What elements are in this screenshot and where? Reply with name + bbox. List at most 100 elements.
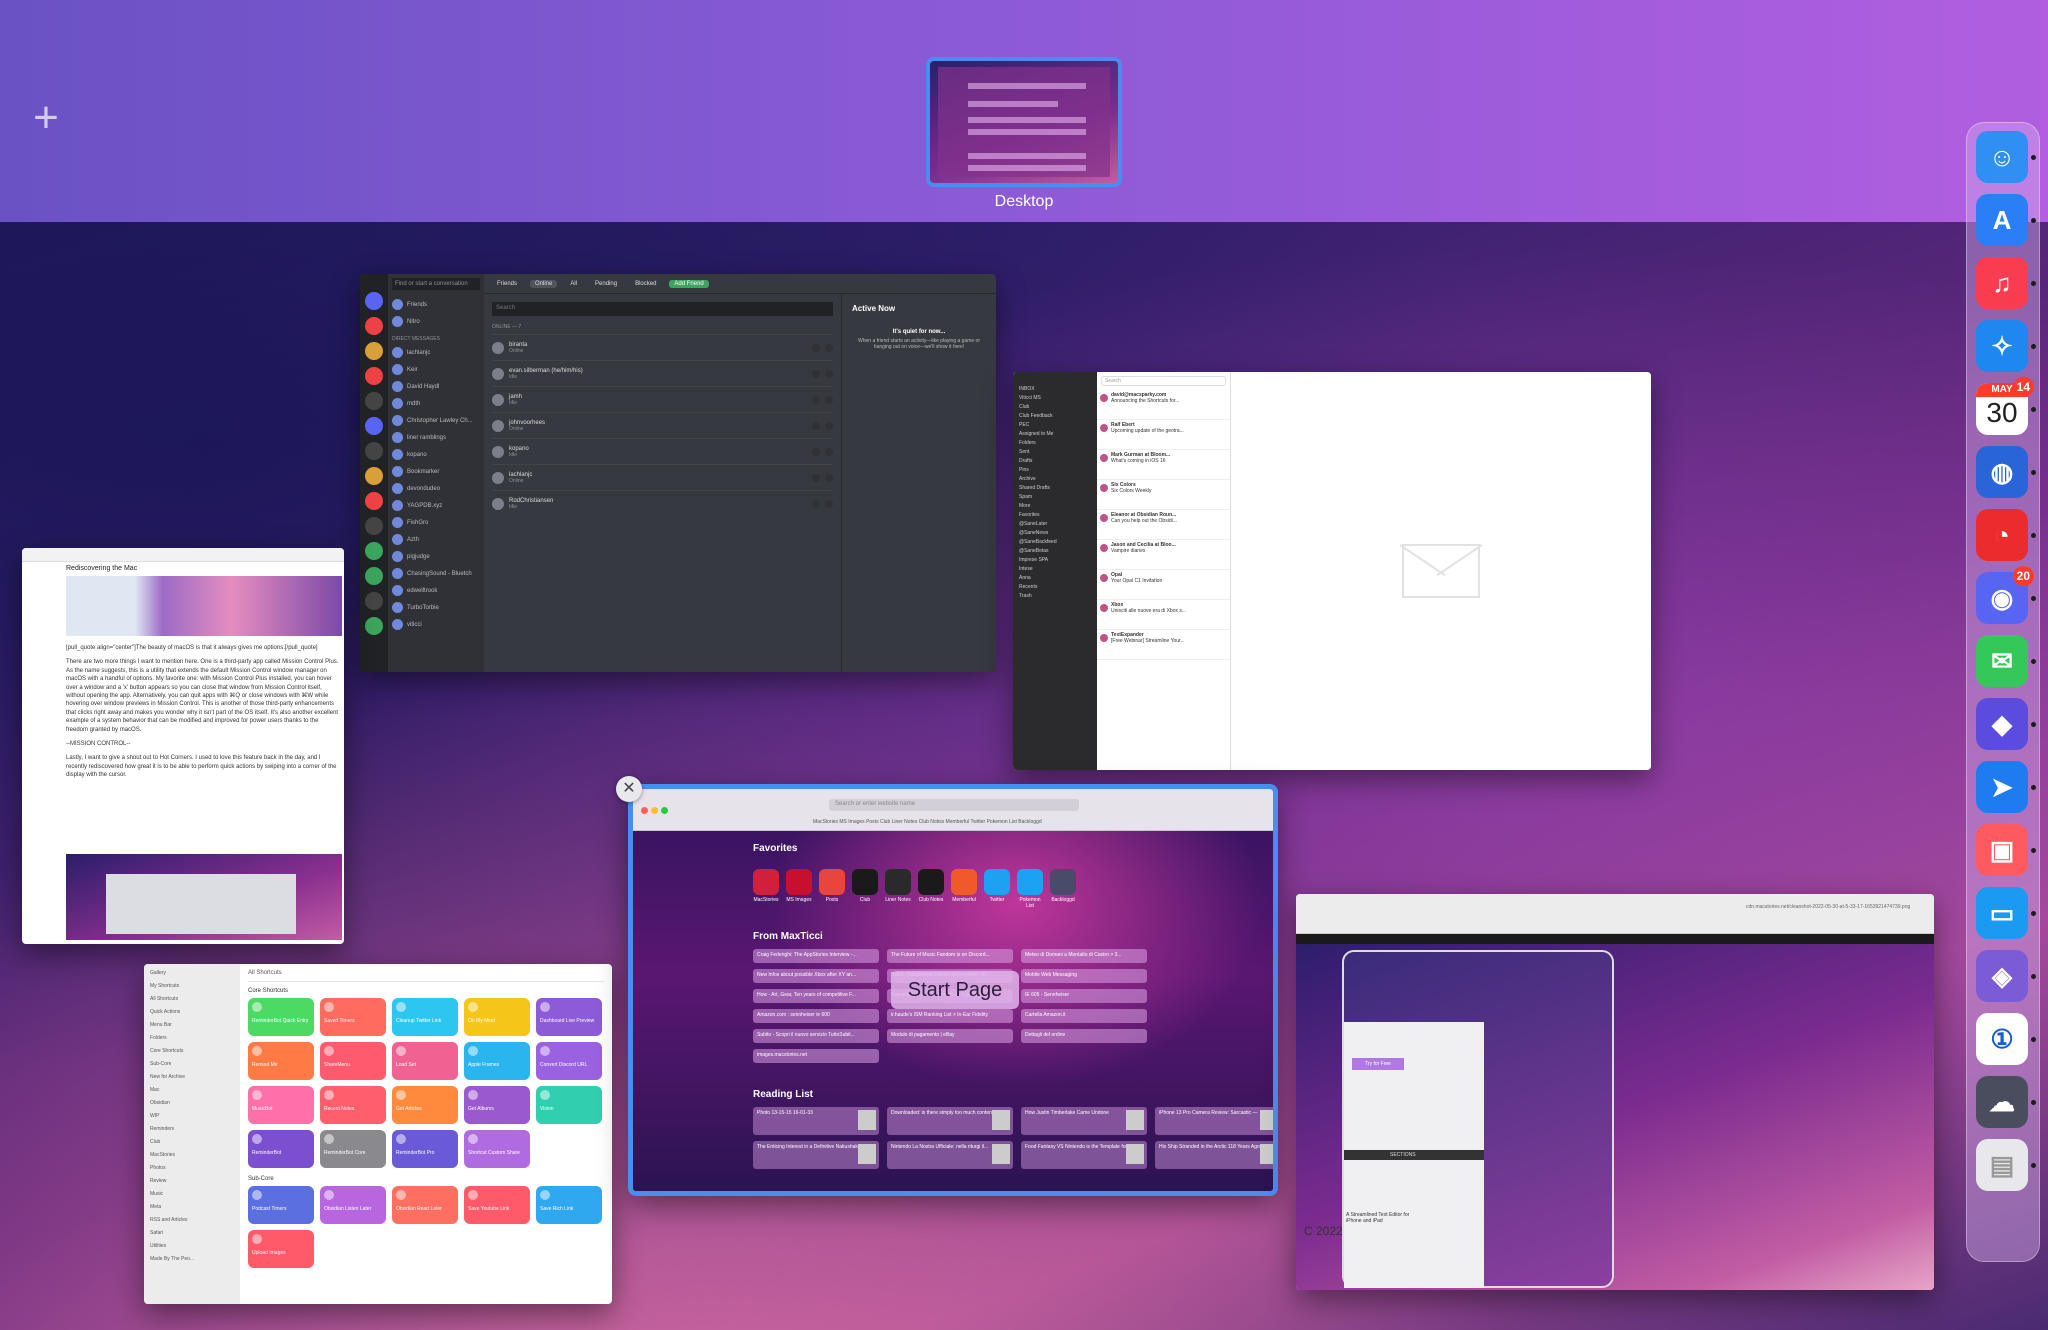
dock-icon-shortcuts[interactable]: ◆ bbox=[1976, 698, 2028, 750]
dm-item[interactable]: TurboTorbie bbox=[392, 599, 480, 616]
favorite-item[interactable]: Pokemon List bbox=[1017, 869, 1043, 909]
mailbox-item[interactable]: INBOX bbox=[1019, 386, 1091, 395]
more-icon[interactable] bbox=[825, 499, 833, 508]
mailbox-item[interactable]: Intese bbox=[1019, 566, 1091, 575]
shortcut-tile[interactable]: Cleanup Twitter Link bbox=[392, 998, 458, 1036]
shortcuts-sidebar-item[interactable]: Sub-Core bbox=[150, 1061, 234, 1074]
sidebar-item-friends[interactable]: Friends bbox=[392, 296, 480, 313]
shared-link[interactable]: Modulo di pagamento | eBay bbox=[887, 1029, 1013, 1043]
shared-link[interactable]: How - Art, Gear, Ten years of competitiv… bbox=[753, 989, 879, 1003]
shortcut-tile[interactable]: Upload Images bbox=[248, 1230, 314, 1268]
dock-icon-timer[interactable]: ◔ bbox=[1976, 509, 2028, 561]
reading-list-item[interactable]: Food Fantasy VS Nintendo is the Template… bbox=[1021, 1141, 1147, 1169]
dm-item[interactable]: devondudeo bbox=[392, 480, 480, 497]
tab-friends[interactable]: Friends bbox=[492, 280, 522, 288]
mailbox-item[interactable]: Drafts bbox=[1019, 458, 1091, 467]
add-space-button[interactable]: + bbox=[28, 96, 64, 140]
reading-list-item[interactable]: Photo 13-15-15 16-01-33 bbox=[753, 1107, 879, 1135]
shared-link[interactable]: Craig Federighi: The AppStories Intervie… bbox=[753, 949, 879, 963]
mail-search-input[interactable]: Search bbox=[1101, 376, 1226, 386]
shortcuts-sidebar-item[interactable]: Gallery bbox=[150, 970, 234, 983]
shortcut-tile[interactable]: Apple Frames bbox=[464, 1042, 530, 1080]
favorite-item[interactable]: Liner Notes bbox=[885, 869, 911, 909]
dock-icon-screen-sharing[interactable]: ▭ bbox=[1976, 887, 2028, 939]
bookmarks-bar[interactable]: MacStories MS Images Posts Club Liner No… bbox=[813, 819, 1042, 825]
mailbox-item[interactable]: @SaneBetas bbox=[1019, 548, 1091, 557]
message-row[interactable]: Six Colors Six Colors Weekly bbox=[1097, 480, 1230, 510]
more-icon[interactable] bbox=[825, 447, 833, 456]
shared-link[interactable]: New Infos about possible Xbox after XY a… bbox=[753, 969, 879, 983]
favorite-item[interactable]: Backloggd bbox=[1050, 869, 1076, 909]
shortcuts-sidebar-item[interactable]: All Shortcuts bbox=[150, 996, 234, 1009]
dm-item[interactable]: edwelltrook bbox=[392, 582, 480, 599]
discord-search-input[interactable]: Find or start a conversation bbox=[392, 278, 480, 290]
more-icon[interactable] bbox=[825, 369, 833, 378]
dock-icon-trash[interactable]: ▤ bbox=[1976, 1139, 2028, 1191]
shared-link[interactable]: Mobile Web Messaging bbox=[1021, 969, 1147, 983]
tab-pending[interactable]: Pending bbox=[590, 280, 622, 288]
favorite-item[interactable]: Memberful bbox=[951, 869, 977, 909]
shortcut-tile[interactable]: ReminderBot bbox=[248, 1130, 314, 1168]
current-user[interactable]: viticci bbox=[392, 616, 480, 633]
shared-link[interactable]: Cartella Amazon.it bbox=[1021, 1009, 1147, 1023]
editor-window[interactable]: Rediscovering the Mac [pull_quote align=… bbox=[22, 548, 344, 944]
message-row[interactable]: Eleanor at Obsidian Roun... Can you help … bbox=[1097, 510, 1230, 540]
dock-icon-obsidian[interactable]: ◈ bbox=[1976, 950, 2028, 1002]
mailbox-item[interactable]: Club Feedback bbox=[1019, 413, 1091, 422]
dm-item[interactable]: pigjudge bbox=[392, 548, 480, 565]
shared-link[interactable]: The Future of Music Fandom is on Discord… bbox=[887, 949, 1013, 963]
shortcuts-sidebar-item[interactable]: Menu Bar bbox=[150, 1022, 234, 1035]
dm-item[interactable]: Bookmarker bbox=[392, 463, 480, 480]
dock-icon-calendar[interactable]: MAY 30 14 bbox=[1976, 377, 2034, 435]
message-row[interactable]: Opal Your Opal C1 Invitation bbox=[1097, 570, 1230, 600]
shared-link[interactable]: images.macstories.net bbox=[753, 1049, 879, 1063]
mailbox-item[interactable]: PEC bbox=[1019, 422, 1091, 431]
shared-link[interactable]: Subito - Scopri il nuovo servizio TuttoS… bbox=[753, 1029, 879, 1043]
friend-row[interactable]: RodChristiansen Idle bbox=[492, 490, 833, 516]
dm-item[interactable]: Keir bbox=[392, 361, 480, 378]
add-friend-button[interactable]: Add Friend bbox=[669, 279, 709, 288]
friend-row[interactable]: lachlanjc Online bbox=[492, 464, 833, 490]
reading-list-item[interactable]: iPhone 13 Pro Camera Review: Sarcastic — bbox=[1155, 1107, 1273, 1135]
mailbox-item[interactable]: @SaneBackfeed bbox=[1019, 539, 1091, 548]
shortcuts-sidebar-item[interactable]: Folders bbox=[150, 1035, 234, 1048]
dock-icon-finder[interactable]: ☺ bbox=[1976, 131, 2028, 183]
shortcuts-sidebar-item[interactable]: Quick Actions bbox=[150, 1009, 234, 1022]
shortcut-tile[interactable]: Convert Discord URL bbox=[536, 1042, 602, 1080]
dock-icon-spark[interactable]: ➤ bbox=[1976, 761, 2028, 813]
dock-icon-app-store[interactable]: A bbox=[1976, 194, 2028, 246]
more-icon[interactable] bbox=[825, 395, 833, 404]
tab-all[interactable]: All bbox=[565, 280, 582, 288]
shortcuts-sidebar-item[interactable]: Music bbox=[150, 1191, 234, 1204]
shortcuts-sidebar-item[interactable]: Review bbox=[150, 1178, 234, 1191]
dm-item[interactable]: mdth bbox=[392, 395, 480, 412]
shortcut-tile[interactable]: Shortcut Custom Share bbox=[464, 1130, 530, 1168]
favorite-item[interactable]: Club bbox=[852, 869, 878, 909]
dock-icon-photos-editor[interactable]: ▣ bbox=[1976, 824, 2028, 876]
message-row[interactable]: TextExpander [Free Webinar] Streamline Yo… bbox=[1097, 630, 1230, 660]
reading-list-item[interactable]: His Ship Stranded in the Arctic 118 Year… bbox=[1155, 1141, 1273, 1169]
dm-item[interactable]: FishGro bbox=[392, 514, 480, 531]
dock-icon-messages[interactable]: ✉ bbox=[1976, 635, 2028, 687]
address-bar[interactable]: Search or enter website name bbox=[829, 799, 1079, 811]
shortcuts-sidebar-item[interactable]: Obsidian bbox=[150, 1100, 234, 1113]
shortcuts-sidebar-item[interactable]: Meta bbox=[150, 1204, 234, 1217]
mail-window[interactable]: INBOX Viticci MS Club Club Feedback PEC Assig… bbox=[1013, 372, 1651, 770]
shortcut-tile[interactable]: Dashboard Live Preview bbox=[536, 998, 602, 1036]
favorite-item[interactable]: Club Notes bbox=[918, 869, 944, 909]
shortcut-tile[interactable]: On My Mind bbox=[464, 998, 530, 1036]
shortcut-tile[interactable]: Vision bbox=[536, 1086, 602, 1124]
tab-blocked[interactable]: Blocked bbox=[630, 280, 661, 288]
shortcut-tile[interactable]: Obsidian Read Later bbox=[392, 1186, 458, 1224]
more-icon[interactable] bbox=[825, 343, 833, 352]
dock-icon-1password[interactable]: ① bbox=[1976, 1013, 2028, 1065]
shared-link[interactable]: Dettagli del ordine bbox=[1021, 1029, 1147, 1043]
shortcuts-sidebar-item[interactable]: Reminders bbox=[150, 1126, 234, 1139]
shared-link[interactable]: ir.haude's ISM Ranking List > In-Ear Fid… bbox=[887, 1009, 1013, 1023]
shortcuts-sidebar-item[interactable]: Photos bbox=[150, 1165, 234, 1178]
shortcuts-sidebar-item[interactable]: MacStories bbox=[150, 1152, 234, 1165]
message-row[interactable]: Jason and Cecilia at Bloo... Vampire diar… bbox=[1097, 540, 1230, 570]
message-row[interactable]: david@macsparky.com Announcing the Shortc… bbox=[1097, 390, 1230, 420]
friends-search-input[interactable]: Search bbox=[492, 302, 833, 316]
mailbox-item[interactable]: Favorites bbox=[1019, 512, 1091, 521]
